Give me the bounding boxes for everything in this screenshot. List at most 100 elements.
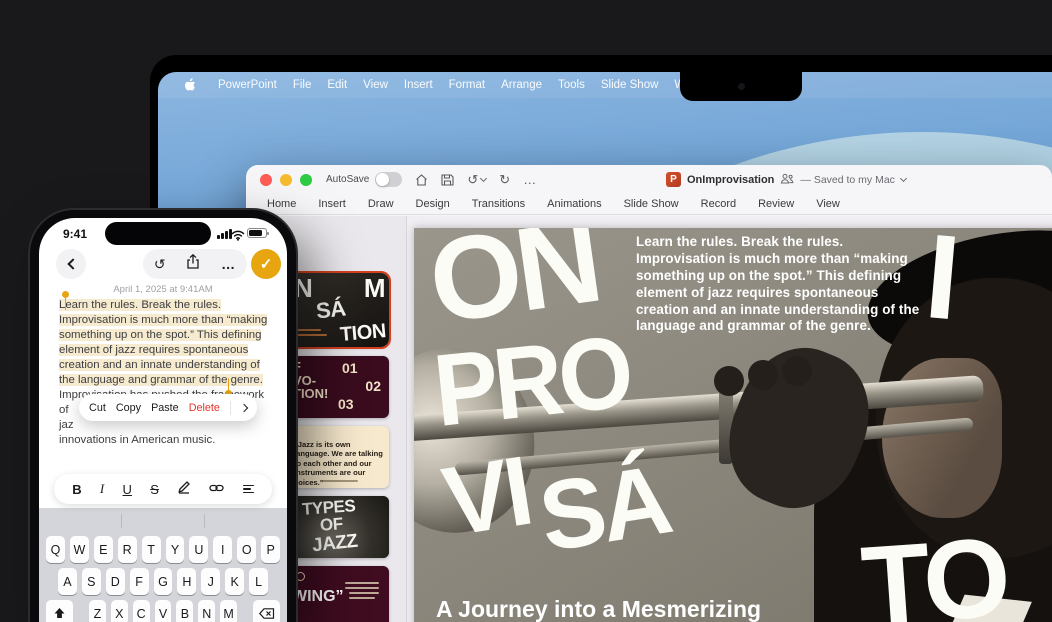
tab-view[interactable]: View — [805, 198, 851, 210]
tab-transitions[interactable]: Transitions — [461, 198, 536, 210]
menu-item[interactable]: Edit — [319, 79, 355, 91]
key[interactable]: W — [69, 536, 89, 563]
key[interactable]: Y — [165, 536, 185, 563]
key[interactable]: P — [261, 536, 281, 563]
redo-icon[interactable]: ↻ — [499, 173, 510, 186]
apple-menu-icon[interactable] — [184, 78, 196, 92]
thumbnail-slide-2[interactable]: F VO- TION! 01 02 03 — [290, 356, 389, 418]
menu-item[interactable]: Tools — [550, 79, 593, 91]
key[interactable]: F — [129, 568, 149, 595]
undo-icon[interactable]: ↺ — [467, 173, 478, 186]
key[interactable]: R — [117, 536, 137, 563]
copy-menu-item[interactable]: Copy — [116, 402, 141, 414]
key[interactable]: L — [249, 568, 269, 595]
macos-menu-bar: PowerPoint File Edit View Insert Format … — [158, 72, 1052, 98]
thumbnail-slide-5[interactable]: WING” — [290, 566, 389, 622]
key[interactable]: O — [237, 536, 257, 563]
key[interactable]: H — [177, 568, 197, 595]
key[interactable]: Q — [46, 536, 65, 563]
key[interactable]: N — [198, 600, 216, 622]
tab-animations[interactable]: Animations — [536, 198, 612, 210]
more-icon[interactable]: … — [221, 256, 236, 272]
undo-icon[interactable]: ↺ — [154, 256, 166, 273]
menu-item[interactable]: Format — [441, 79, 493, 91]
tab-home[interactable]: Home — [256, 198, 307, 210]
musician-finger — [782, 356, 812, 386]
paste-menu-item[interactable]: Paste — [151, 402, 179, 414]
menu-item[interactable]: Insert — [396, 79, 441, 91]
saved-status-chevron-icon[interactable] — [899, 174, 907, 182]
backspace-key[interactable] — [253, 600, 281, 622]
key[interactable]: E — [93, 536, 113, 563]
thumb4-title: JAZZ — [311, 530, 359, 557]
menu-item[interactable]: Arrange — [493, 79, 550, 91]
thumbnail-slide-4[interactable]: TYPES OF JAZZ — [290, 496, 389, 558]
underline-button[interactable]: U — [123, 482, 132, 497]
menu-item[interactable]: View — [355, 79, 396, 91]
key[interactable]: V — [154, 600, 172, 622]
predictive-bar[interactable] — [39, 508, 287, 534]
tab-slideshow[interactable]: Slide Show — [613, 198, 690, 210]
key[interactable]: D — [105, 568, 125, 595]
highlighter-icon[interactable] — [177, 480, 191, 499]
key[interactable]: I — [213, 536, 233, 563]
thumb5-word: WING” — [292, 588, 344, 605]
share-icon[interactable] — [187, 253, 200, 274]
key[interactable]: U — [189, 536, 209, 563]
key[interactable]: K — [225, 568, 245, 595]
key[interactable]: S — [81, 568, 101, 595]
menu-item[interactable]: PowerPoint — [210, 79, 285, 91]
delete-menu-item[interactable]: Delete — [189, 402, 220, 414]
autosave-toggle[interactable] — [375, 172, 403, 187]
key[interactable]: A — [58, 568, 77, 595]
selection-handle-start[interactable] — [62, 291, 69, 310]
key[interactable]: G — [153, 568, 173, 595]
more-menu-chevron-icon[interactable] — [239, 403, 249, 412]
tab-design[interactable]: Design — [405, 198, 461, 210]
more-toolbar-icon[interactable]: … — [523, 173, 536, 186]
minimize-button[interactable] — [280, 173, 292, 186]
slide-letter-on: ON — [421, 228, 605, 349]
home-icon[interactable] — [415, 173, 428, 186]
text-align-icon[interactable] — [242, 483, 254, 496]
italic-button[interactable]: I — [100, 481, 104, 497]
thumbnail-slide-3[interactable]: “Jazz is its own language. We are talkin… — [290, 426, 389, 488]
tab-draw[interactable]: Draw — [357, 198, 405, 210]
shift-key[interactable] — [46, 600, 73, 622]
share-people-icon[interactable] — [780, 171, 794, 189]
thumb1-letter: M — [363, 273, 386, 303]
tab-insert[interactable]: Insert — [307, 198, 357, 210]
key[interactable]: T — [141, 536, 161, 563]
ribbon-tabs: Home Insert Draw Design Transitions Anim… — [246, 194, 1052, 215]
back-button[interactable] — [56, 249, 86, 279]
link-icon[interactable] — [209, 480, 225, 498]
cut-menu-item[interactable]: Cut — [89, 402, 106, 414]
slide-footer-title[interactable]: A Journey into a Mesmerizing — [436, 596, 761, 622]
slide-letter-to: TO — [857, 514, 1010, 622]
slide-body-text[interactable]: Learn the rules. Break the rules. Improv… — [636, 234, 928, 335]
done-check-button[interactable]: ✓ — [251, 249, 281, 279]
slide-canvas[interactable]: ON PRO VI SÁ I TO Learn the rules. Break… — [414, 228, 1052, 622]
strikethrough-button[interactable]: S — [150, 482, 159, 497]
screenshot-stage: PowerPoint File Edit View Insert Format … — [0, 0, 1052, 622]
tab-review[interactable]: Review — [747, 198, 805, 210]
saved-status[interactable]: — Saved to my Mac — [800, 174, 895, 186]
close-button[interactable] — [260, 173, 272, 186]
key[interactable]: C — [132, 600, 150, 622]
menu-item[interactable]: Slide Show — [593, 79, 667, 91]
zoom-button[interactable] — [300, 173, 312, 186]
key[interactable]: B — [176, 600, 194, 622]
note-text-area[interactable]: Learn the rules. Break the rules. Improv… — [59, 298, 269, 448]
key[interactable]: X — [110, 600, 128, 622]
tab-record[interactable]: Record — [690, 198, 747, 210]
bold-button[interactable]: B — [72, 482, 81, 497]
save-icon[interactable] — [441, 173, 454, 186]
status-time: 9:41 — [63, 227, 88, 241]
selected-text[interactable]: Learn the rules. Break the rules. Improv… — [59, 299, 268, 386]
key[interactable]: Z — [89, 600, 106, 622]
thumbnail-slide-1[interactable]: N M SÁ TION — [288, 271, 391, 349]
undo-dropdown-chevron-icon[interactable] — [480, 174, 488, 182]
key[interactable]: J — [201, 568, 221, 595]
menu-item[interactable]: File — [285, 79, 320, 91]
key[interactable]: M — [220, 600, 238, 622]
